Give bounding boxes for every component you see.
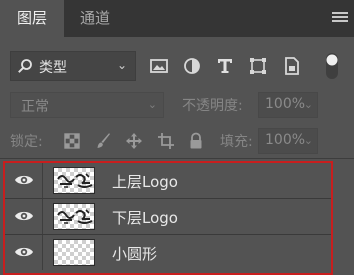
panel-tab-bar: 图层 通道 bbox=[0, 0, 354, 37]
eye-icon bbox=[15, 211, 33, 221]
eye-icon bbox=[15, 247, 33, 257]
tab-layers[interactable]: 图层 bbox=[0, 0, 64, 37]
eye-icon bbox=[15, 175, 33, 185]
blend-mode-value: 正常 bbox=[21, 99, 49, 115]
fill-label: 填充: bbox=[220, 134, 253, 150]
lock-position-icon[interactable] bbox=[125, 132, 143, 150]
visibility-toggle[interactable] bbox=[5, 199, 43, 234]
layer-name: 下层Logo bbox=[112, 209, 178, 227]
lock-all-icon[interactable] bbox=[187, 132, 205, 150]
lock-label: 锁定: bbox=[10, 134, 43, 150]
opacity-input[interactable]: 100% ⌄ bbox=[258, 92, 318, 118]
chevron-down-icon: ⌄ bbox=[303, 98, 313, 111]
layer-thumbnail bbox=[53, 203, 95, 230]
search-icon bbox=[18, 59, 32, 73]
logo-thumbnail-icon bbox=[57, 209, 93, 224]
layer-row[interactable]: 小圆形 bbox=[5, 235, 331, 271]
visibility-toggle[interactable] bbox=[5, 235, 43, 270]
fill-value: 100% bbox=[265, 132, 306, 148]
lock-image-pixels-icon[interactable] bbox=[95, 132, 113, 150]
image-filter-icon[interactable] bbox=[148, 55, 170, 77]
tab-channels[interactable]: 通道 bbox=[64, 0, 126, 37]
lock-transparent-pixels-icon[interactable] bbox=[63, 132, 81, 150]
lock-artboard-icon[interactable] bbox=[157, 132, 175, 150]
panel-menu-icon[interactable] bbox=[332, 12, 348, 24]
shape-filter-icon[interactable] bbox=[247, 55, 269, 77]
opacity-label: 不透明度: bbox=[182, 98, 243, 114]
blend-mode-select[interactable]: 正常 ⌄ bbox=[10, 92, 164, 118]
layer-name: 上层Logo bbox=[112, 173, 178, 191]
fill-input[interactable]: 100% ⌄ bbox=[258, 128, 318, 154]
type-filter-icon[interactable] bbox=[214, 55, 236, 77]
layer-row[interactable]: 下层Logo bbox=[5, 199, 331, 235]
filter-toggle-icon[interactable] bbox=[325, 52, 339, 80]
chevron-down-icon: ⌄ bbox=[303, 134, 313, 147]
opacity-value: 100% bbox=[265, 96, 306, 112]
visibility-toggle[interactable] bbox=[5, 163, 43, 198]
divider bbox=[0, 158, 354, 159]
layer-row[interactable]: 上层Logo bbox=[5, 163, 331, 199]
layer-name: 小圆形 bbox=[112, 245, 158, 263]
chevron-down-icon: ⌄ bbox=[116, 58, 127, 72]
layers-list: 上层Logo 下层Logo 小圆形 bbox=[3, 161, 333, 275]
layer-thumbnail bbox=[53, 167, 95, 194]
filter-kind-label: 类型 bbox=[39, 60, 67, 76]
adjustment-filter-icon[interactable] bbox=[181, 55, 203, 77]
smart-object-filter-icon[interactable] bbox=[281, 55, 303, 77]
filter-kind-select[interactable]: 类型 ⌄ bbox=[10, 51, 136, 81]
chevron-down-icon: ⌄ bbox=[147, 98, 157, 111]
logo-thumbnail-icon bbox=[57, 173, 93, 188]
layer-thumbnail bbox=[53, 239, 95, 266]
